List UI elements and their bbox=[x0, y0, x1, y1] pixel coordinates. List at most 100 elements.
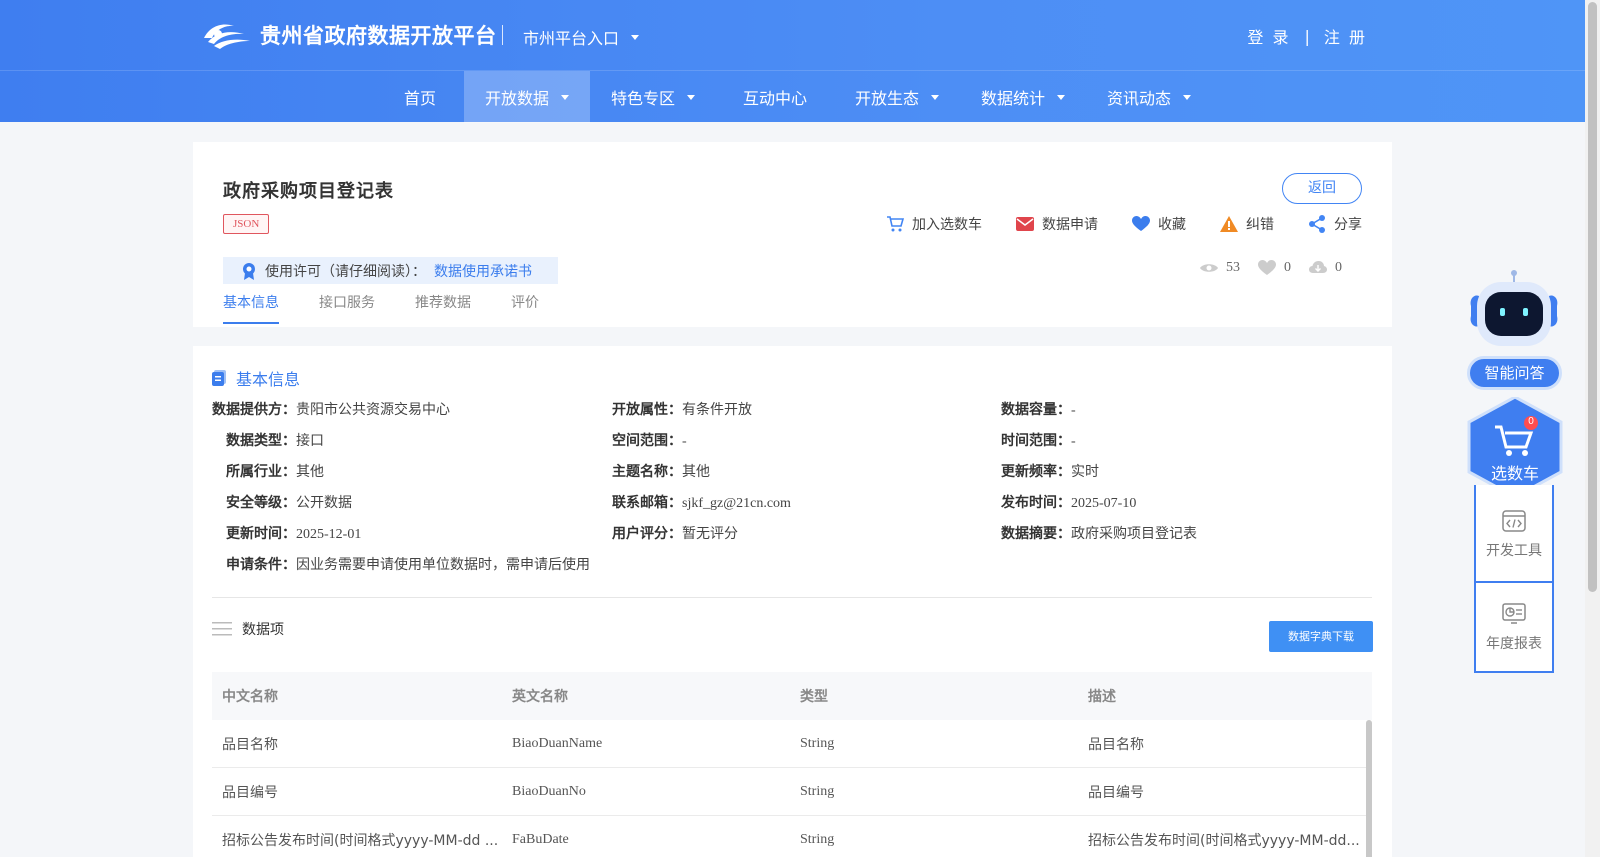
annual-report-button[interactable]: 年度报表 bbox=[1476, 581, 1552, 673]
info-label: 数据摘要： bbox=[1001, 526, 1071, 542]
platform-logo-icon[interactable] bbox=[200, 16, 252, 52]
nav-item-interaction[interactable]: 互动中心 bbox=[716, 71, 834, 123]
info-value: 实时 bbox=[1071, 465, 1099, 480]
info-item: 更新时间：2025-12-01 bbox=[226, 523, 361, 543]
nav-item-open-data[interactable]: 开放数据 bbox=[464, 71, 590, 123]
info-label: 所属行业： bbox=[226, 464, 296, 480]
cart-badge-count: 0 bbox=[1528, 416, 1534, 427]
register-link[interactable]: 注 册 bbox=[1324, 24, 1367, 48]
info-item: 数据提供方：贵阳市公共资源交易中心 bbox=[212, 399, 450, 419]
data-cart-button[interactable]: 0 选数车 bbox=[1465, 397, 1565, 497]
section-divider bbox=[212, 597, 1372, 598]
eye-icon bbox=[1200, 264, 1218, 272]
table-cell: 招标公告发布时间(时间格式yyyy-MM-dd ... bbox=[222, 832, 499, 849]
heart-icon bbox=[1258, 260, 1276, 275]
nav-item-special-zone[interactable]: 特色专区 bbox=[590, 71, 716, 123]
info-value: 公开数据 bbox=[296, 496, 352, 511]
tab-api-service[interactable]: 接口服务 bbox=[319, 292, 375, 324]
chevron-down-icon bbox=[1057, 94, 1065, 100]
info-item: 主题名称：其他 bbox=[612, 461, 710, 481]
list-icon bbox=[212, 622, 232, 636]
license-link[interactable]: 数据使用承诺书 bbox=[434, 261, 532, 281]
info-label: 开放属性： bbox=[612, 402, 682, 418]
add-to-cart-button[interactable]: 加入选数车 bbox=[886, 214, 982, 234]
nav-item-home[interactable]: 首页 bbox=[376, 71, 464, 123]
smart-qa-button[interactable]: 智能问答 bbox=[1467, 356, 1562, 390]
info-item: 时间范围：- bbox=[1001, 430, 1076, 450]
info-value: 贵阳市公共资源交易中心 bbox=[296, 403, 450, 418]
info-value: 其他 bbox=[682, 465, 710, 480]
table-cell: FaBuDate bbox=[512, 831, 569, 847]
page-scrollbar[interactable] bbox=[1585, 0, 1600, 857]
info-row: 数据提供方：贵阳市公共资源交易中心 开放属性：有条件开放 数据容量：- bbox=[212, 399, 1372, 430]
table-scrollbar[interactable] bbox=[1366, 720, 1372, 857]
info-item: 联系邮箱：sjkf_gz@21cn.com bbox=[612, 492, 791, 512]
back-button[interactable]: 返回 bbox=[1282, 173, 1362, 204]
nav-item-ecosystem[interactable]: 开放生态 bbox=[834, 71, 960, 123]
login-link[interactable]: 登 录 bbox=[1247, 24, 1290, 48]
top-header: 贵州省政府数据开放平台 市州平台入口 登 录 | 注 册 bbox=[0, 0, 1585, 70]
info-label: 联系邮箱： bbox=[612, 495, 682, 511]
nav-item-news[interactable]: 资讯动态 bbox=[1086, 71, 1212, 123]
info-value: 政府采购项目登记表 bbox=[1071, 527, 1197, 542]
page-scrollbar-thumb[interactable] bbox=[1588, 2, 1597, 592]
site-title[interactable]: 贵州省政府数据开放平台 bbox=[260, 20, 497, 50]
robot-assistant-icon[interactable] bbox=[1465, 270, 1563, 350]
nav-item-label: 开放数据 bbox=[484, 89, 549, 108]
table-cell: 品目编号 bbox=[1088, 784, 1144, 801]
info-label: 空间范围： bbox=[612, 433, 682, 449]
table-cell: 品目名称 bbox=[1088, 736, 1144, 753]
info-item: 数据摘要：政府采购项目登记表 bbox=[1001, 523, 1197, 543]
page-title: 政府采购项目登记表 bbox=[223, 181, 394, 202]
table-row: 招标公告发布时间(时间格式yyyy-MM-dd ... FaBuDate Str… bbox=[212, 816, 1372, 857]
info-grid: 数据提供方：贵阳市公共资源交易中心 开放属性：有条件开放 数据容量：- 数据类型… bbox=[212, 399, 1372, 585]
dictionary-download-button[interactable]: 数据字典下载 bbox=[1269, 621, 1373, 652]
info-row: 申请条件：因业务需要申请使用单位数据时，需申请后使用 bbox=[212, 554, 1372, 585]
add-to-cart-label: 加入选数车 bbox=[912, 217, 982, 233]
info-label: 时间范围： bbox=[1001, 433, 1071, 449]
info-label: 数据容量： bbox=[1001, 402, 1071, 418]
info-item: 发布时间：2025-07-10 bbox=[1001, 492, 1136, 512]
chevron-down-icon bbox=[631, 34, 640, 40]
annual-report-label: 年度报表 bbox=[1486, 636, 1542, 652]
tab-recommended-data[interactable]: 推荐数据 bbox=[415, 292, 471, 324]
basic-info-panel: 基本信息 数据提供方：贵阳市公共资源交易中心 开放属性：有条件开放 数据容量：-… bbox=[193, 346, 1392, 857]
data-apply-button[interactable]: 数据申请 bbox=[1016, 214, 1098, 234]
table-cell: BiaoDuanName bbox=[512, 735, 603, 751]
views-count: 53 bbox=[1226, 260, 1240, 275]
data-items-header: 数据项 bbox=[212, 619, 284, 639]
views-stat: 53 bbox=[1200, 260, 1240, 276]
nav-item-label: 数据统计 bbox=[980, 89, 1045, 108]
info-label: 更新时间： bbox=[226, 526, 296, 542]
info-item: 申请条件：因业务需要申请使用单位数据时，需申请后使用 bbox=[226, 554, 590, 574]
info-value: 有条件开放 bbox=[682, 403, 752, 418]
share-button[interactable]: 分享 bbox=[1308, 214, 1362, 234]
downloads-stat: 0 bbox=[1309, 260, 1342, 276]
info-value: 接口 bbox=[296, 434, 324, 449]
table-cell: 品目编号 bbox=[222, 784, 278, 801]
city-platform-dropdown[interactable]: 市州平台入口 bbox=[523, 25, 640, 49]
dataset-header-panel: 政府采购项目登记表 JSON 返回 加入选数车 数据申请 收藏 纠错 分享 使用… bbox=[193, 142, 1392, 327]
nav-item-label: 特色专区 bbox=[610, 89, 675, 108]
info-row: 安全等级：公开数据 联系邮箱：sjkf_gz@21cn.com 发布时间：202… bbox=[212, 492, 1372, 523]
contact-email[interactable]: sjkf_gz@21cn.com bbox=[682, 496, 791, 511]
favorite-button[interactable]: 收藏 bbox=[1132, 214, 1186, 234]
document-icon bbox=[212, 370, 226, 386]
tab-reviews[interactable]: 评价 bbox=[511, 292, 539, 324]
report-chart-icon bbox=[1502, 603, 1526, 624]
table-cell: String bbox=[800, 831, 835, 847]
favorite-label: 收藏 bbox=[1158, 217, 1186, 233]
info-row: 所属行业：其他 主题名称：其他 更新频率：实时 bbox=[212, 461, 1372, 492]
table-cell: String bbox=[800, 735, 835, 751]
dev-tools-button[interactable]: 开发工具 bbox=[1476, 489, 1552, 581]
chevron-down-icon bbox=[931, 94, 939, 100]
main-nav: 首页 开放数据 特色专区 互动中心 开放生态 数据统计 资讯动态 bbox=[0, 70, 1585, 123]
tab-basic-info[interactable]: 基本信息 bbox=[223, 292, 279, 324]
nav-item-label: 资讯动态 bbox=[1106, 89, 1171, 108]
info-item: 空间范围：- bbox=[612, 430, 687, 450]
nav-item-statistics[interactable]: 数据统计 bbox=[960, 71, 1086, 123]
cart-label: 选数车 bbox=[1490, 464, 1539, 483]
report-error-button[interactable]: 纠错 bbox=[1220, 214, 1274, 234]
city-entry-label: 市州平台入口 bbox=[523, 29, 620, 48]
dev-tools-label: 开发工具 bbox=[1486, 543, 1542, 559]
